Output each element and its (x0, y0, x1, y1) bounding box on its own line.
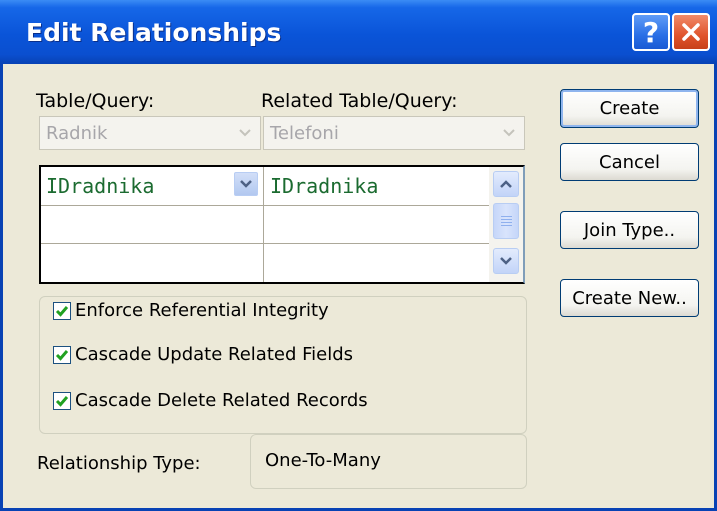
scroll-up-icon (500, 180, 512, 188)
checkmark-icon (55, 395, 69, 407)
vertical-scrollbar[interactable] (489, 167, 523, 282)
table-row (41, 206, 489, 243)
help-icon: ? (642, 15, 660, 49)
cascade-update-checkbox[interactable]: Cascade Update Related Fields (53, 344, 354, 365)
table-row (41, 244, 489, 282)
related-table-query-label: Related Table/Query: (261, 90, 458, 112)
scroll-up-button[interactable] (493, 171, 519, 197)
relationship-type-value: One-To-Many (265, 450, 381, 471)
relationship-type-value-box: One-To-Many (250, 434, 527, 489)
related-table-combo-value: Telefoni (270, 123, 339, 144)
help-button[interactable]: ? (632, 13, 670, 51)
table-query-label: Table/Query: (36, 90, 155, 112)
relationship-type-label: Relationship Type: (37, 453, 201, 474)
chevron-down-icon (233, 120, 257, 146)
table-combo[interactable]: Radnik (39, 116, 261, 150)
left-field-cell[interactable] (41, 244, 263, 282)
scroll-down-icon (500, 257, 512, 265)
close-icon (682, 23, 700, 41)
right-field-cell[interactable]: IDradnika (264, 167, 489, 205)
join-type-button[interactable]: Join Type.. (560, 211, 699, 249)
enforce-integrity-checkbox[interactable]: Enforce Referential Integrity (53, 300, 333, 321)
checkbox-box[interactable] (53, 391, 71, 410)
cancel-button[interactable]: Cancel (560, 143, 699, 181)
cascade-delete-label: Cascade Delete Related Records (75, 390, 368, 411)
left-field-cell[interactable] (41, 206, 263, 243)
right-field-cell[interactable] (264, 244, 489, 282)
field-mapping-grid: IDradnika IDradnika (39, 165, 525, 284)
checkmark-icon (55, 349, 69, 361)
chevron-down-icon (240, 180, 252, 188)
right-field-value: IDradnika (270, 174, 379, 198)
checkbox-box[interactable] (53, 345, 71, 364)
cascade-update-label: Cascade Update Related Fields (75, 344, 354, 365)
edit-relationships-dialog: Edit Relationships ? Table/Query: Relate… (0, 0, 717, 511)
chevron-down-icon (497, 120, 521, 146)
scroll-down-button[interactable] (493, 248, 519, 274)
checkmark-icon (55, 305, 69, 317)
related-table-combo[interactable]: Telefoni (263, 116, 525, 150)
cascade-delete-checkbox[interactable]: Cascade Delete Related Records (53, 390, 368, 411)
close-button[interactable] (672, 13, 710, 51)
checkbox-box[interactable] (53, 301, 71, 320)
right-field-cell[interactable] (264, 206, 489, 243)
create-button[interactable]: Create (560, 89, 699, 128)
create-new-button[interactable]: Create New.. (560, 279, 699, 317)
field-dropdown-button[interactable] (234, 172, 258, 196)
scroll-thumb[interactable] (493, 203, 519, 239)
left-field-value: IDradnika (46, 174, 155, 198)
title-bar[interactable]: Edit Relationships ? (0, 0, 717, 64)
table-row: IDradnika IDradnika (41, 167, 489, 205)
dialog-body: Table/Query: Related Table/Query: Radnik… (0, 64, 717, 511)
enforce-integrity-label: Enforce Referential Integrity (75, 300, 329, 321)
left-field-cell[interactable]: IDradnika (41, 167, 263, 205)
dialog-title: Edit Relationships (26, 18, 282, 47)
table-combo-value: Radnik (46, 123, 108, 144)
